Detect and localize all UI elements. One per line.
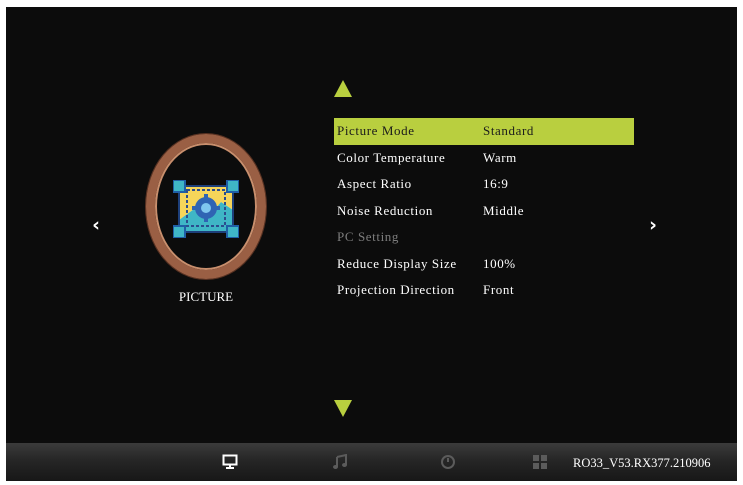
menu-item-reduce-display-size[interactable]: Reduce Display Size 100% — [334, 251, 634, 278]
monitor-icon[interactable] — [222, 454, 238, 470]
menu-item-picture-mode[interactable]: Picture Mode Standard — [334, 118, 634, 145]
menu-item-value: Middle — [483, 202, 525, 218]
bottom-source-bar: RO33_V53.RX377.210906 — [6, 443, 737, 481]
menu-item-label: Projection Direction — [337, 282, 455, 297]
menu-item-label: Reduce Display Size — [337, 255, 457, 271]
menu-item-color-temperature[interactable]: Color Temperature Warm — [334, 145, 634, 172]
arrow-down-icon[interactable] — [334, 400, 352, 417]
next-section-button[interactable]: › — [646, 214, 660, 236]
menu-item-aspect-ratio[interactable]: Aspect Ratio 16:9 — [334, 171, 634, 198]
music-note-icon[interactable] — [332, 453, 348, 470]
menu-item-label: Color Temperature — [337, 149, 446, 165]
menu-item-label: PC Setting — [337, 229, 399, 244]
section-icon-ring — [146, 134, 266, 279]
section-title: PICTURE — [178, 289, 234, 304]
menu-item-label: Picture Mode — [337, 123, 415, 138]
menu-item-noise-reduction[interactable]: Noise Reduction Middle — [334, 198, 634, 225]
menu-item-value: 100% — [483, 255, 516, 271]
menu-item-projection-direction[interactable]: Projection Direction Front — [334, 277, 634, 304]
menu-item-value: 16:9 — [483, 176, 509, 191]
firmware-version: RO33_V53.RX377.210906 — [573, 456, 711, 470]
clock-icon[interactable] — [440, 454, 456, 470]
arrow-up-icon[interactable] — [334, 80, 352, 97]
menu-item-value: Warm — [483, 149, 517, 165]
menu-item-label: Noise Reduction — [337, 202, 434, 218]
menu-item-value: Standard — [483, 123, 535, 138]
grid-icon[interactable] — [532, 454, 548, 470]
settings-menu: Picture Mode Standard Color Temperature … — [334, 118, 634, 304]
menu-item-pc-setting: PC Setting — [334, 224, 634, 251]
previous-section-button[interactable]: ‹ — [89, 214, 103, 236]
picture-settings-icon — [172, 179, 240, 239]
settings-screen: ‹ › PICTURE Picture Mode Standard Color … — [6, 7, 737, 481]
menu-item-value: Front — [483, 282, 515, 297]
menu-item-label: Aspect Ratio — [337, 176, 412, 191]
